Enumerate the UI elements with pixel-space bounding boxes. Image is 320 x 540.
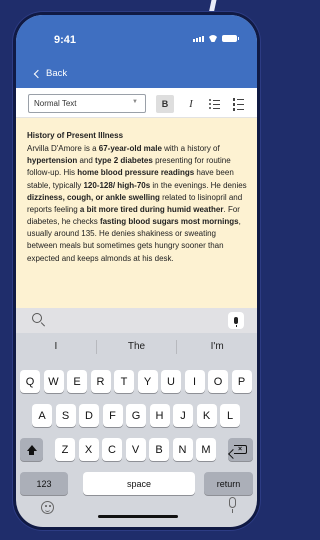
note-editor[interactable]: History of Present Illness Arvilla D'Amo… — [16, 118, 257, 308]
key-r[interactable]: R — [90, 370, 111, 393]
text-run: with a history of — [161, 144, 220, 154]
microphone-icon — [234, 317, 238, 327]
key-e[interactable]: E — [67, 370, 87, 393]
bold-text-run: dizziness, cough, or ankle swelling — [27, 192, 160, 202]
status-icons — [193, 35, 239, 42]
bullet-list-button[interactable] — [205, 95, 223, 113]
key-c[interactable]: C — [102, 438, 122, 461]
key-b[interactable]: B — [149, 438, 169, 461]
key-v[interactable]: V — [125, 438, 146, 461]
phone-frame: 9:41 Back Normal Text ▼ B I History of P… — [13, 12, 260, 530]
key-o[interactable]: O — [208, 370, 228, 393]
key-u[interactable]: U — [161, 370, 181, 393]
key-q[interactable]: Q — [20, 370, 40, 393]
key-p[interactable]: P — [231, 370, 252, 393]
bold-text-run: hypertension — [27, 156, 78, 166]
bold-text-run: home blood pressure readings — [77, 168, 195, 178]
note-body-text: Arvilla D'Amore is a 67-year-old male wi… — [27, 143, 247, 265]
app-header: 9:41 Back — [16, 15, 257, 88]
bold-text-run: 120-128/ high-70s — [83, 180, 151, 190]
prediction-1[interactable]: I — [16, 341, 96, 352]
key-j[interactable]: J — [173, 404, 193, 427]
bold-text-run: type 2 diabetes — [95, 156, 153, 166]
search-icon[interactable] — [32, 313, 42, 323]
prediction-3[interactable]: I'm — [177, 341, 257, 352]
numbered-list-button[interactable] — [229, 95, 247, 113]
numbers-key[interactable]: 123 — [20, 472, 68, 495]
chevron-left-icon — [33, 69, 43, 78]
text-run: in the evenings. He denies — [150, 180, 247, 190]
text-run: Arvilla D'Amore is a — [27, 144, 99, 154]
key-y[interactable]: Y — [137, 370, 158, 393]
key-l[interactable]: L — [220, 404, 240, 427]
chevron-down-icon: ▼ — [132, 99, 138, 105]
shift-key[interactable] — [20, 438, 43, 461]
key-x[interactable]: X — [78, 438, 99, 461]
key-g[interactable]: G — [126, 404, 146, 427]
bold-button[interactable]: B — [156, 95, 174, 113]
key-w[interactable]: W — [43, 370, 64, 393]
status-time: 9:41 — [54, 34, 77, 46]
key-a[interactable]: A — [32, 404, 52, 427]
key-z[interactable]: Z — [55, 438, 75, 461]
key-n[interactable]: N — [172, 438, 193, 461]
key-t[interactable]: T — [114, 370, 134, 393]
prediction-2[interactable]: The — [97, 341, 177, 352]
backspace-icon: × — [234, 445, 247, 454]
signal-icon — [193, 36, 204, 42]
section-heading: History of Present Illness — [27, 131, 124, 140]
return-key[interactable]: return — [204, 472, 253, 495]
predictive-text-bar: I The I'm — [16, 333, 257, 360]
text-run: and — [77, 156, 96, 166]
back-button[interactable]: Back — [33, 68, 68, 79]
shift-icon — [26, 444, 37, 455]
bullet-list-icon — [208, 99, 220, 109]
key-i[interactable]: I — [184, 370, 205, 393]
back-label: Back — [46, 68, 68, 79]
home-indicator — [98, 515, 178, 518]
wifi-icon — [208, 35, 218, 42]
key-f[interactable]: F — [102, 404, 123, 427]
key-k[interactable]: K — [196, 404, 217, 427]
dictation-mic-icon[interactable] — [229, 497, 236, 513]
key-m[interactable]: M — [196, 438, 216, 461]
text-style-value: Normal Text — [34, 99, 77, 108]
format-toolbar: Normal Text ▼ B I — [16, 88, 257, 118]
battery-icon — [222, 35, 239, 42]
dictation-button[interactable] — [228, 312, 244, 329]
bold-text-run: a bit more tired during humid weather — [79, 204, 224, 214]
space-key[interactable]: space — [83, 472, 195, 495]
phone-screen: 9:41 Back Normal Text ▼ B I History of P… — [16, 15, 257, 527]
italic-button[interactable]: I — [182, 95, 200, 113]
numbered-list-icon — [232, 97, 244, 111]
keyboard-search-bar — [16, 308, 257, 333]
text-style-select[interactable]: Normal Text ▼ — [28, 94, 146, 113]
key-d[interactable]: D — [79, 404, 99, 427]
emoji-icon[interactable] — [41, 501, 54, 514]
key-h[interactable]: H — [149, 404, 170, 427]
backspace-key[interactable]: × — [228, 438, 253, 461]
bold-text-run: fasting blood sugars most mornings — [99, 217, 239, 227]
key-s[interactable]: S — [55, 404, 76, 427]
bold-text-run: 67-year-old male — [98, 144, 162, 154]
